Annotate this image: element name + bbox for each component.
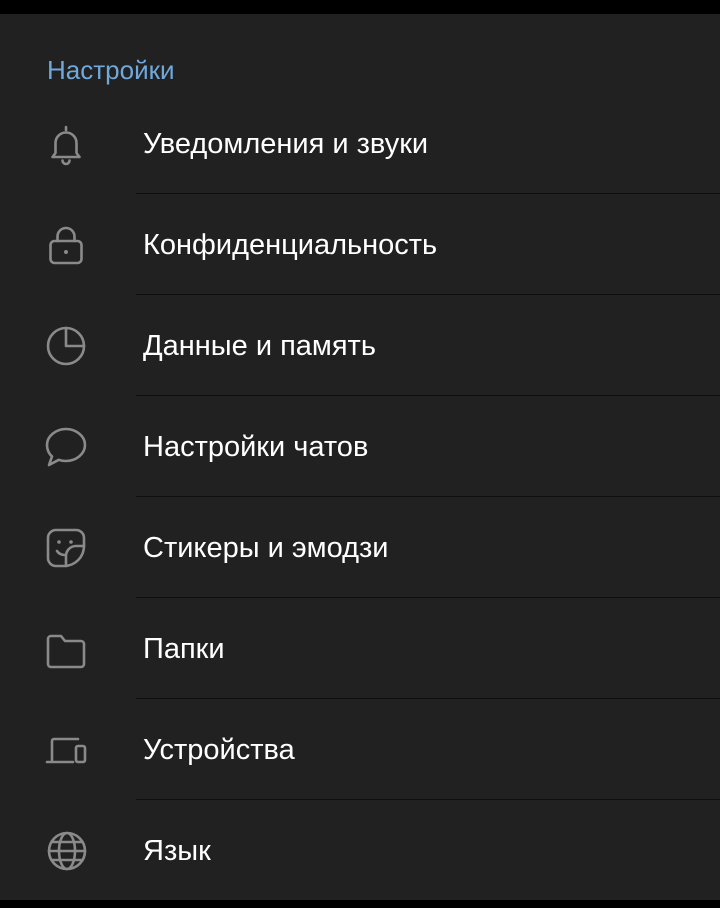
devices-icon bbox=[43, 727, 89, 773]
section-title: Настройки bbox=[47, 55, 175, 85]
settings-item-stickers-emoji[interactable]: Стикеры и эмодзи bbox=[0, 497, 720, 598]
settings-item-chat-settings[interactable]: Настройки чатов bbox=[0, 396, 720, 497]
globe-icon bbox=[43, 828, 89, 874]
settings-item-language[interactable]: Язык bbox=[0, 800, 720, 900]
settings-item-label: Папки bbox=[143, 633, 225, 665]
pie-chart-icon bbox=[43, 323, 89, 369]
settings-item-data-storage[interactable]: Данные и память bbox=[0, 295, 720, 396]
settings-item-label: Уведомления и звуки bbox=[143, 128, 429, 160]
bell-icon bbox=[43, 121, 89, 167]
sticker-icon bbox=[43, 525, 89, 571]
folder-icon bbox=[43, 626, 89, 672]
settings-screen: Настройки Уведомления и звуки Конфиденци… bbox=[0, 14, 720, 900]
settings-item-label: Настройки чатов bbox=[143, 431, 369, 463]
settings-item-folders[interactable]: Папки bbox=[0, 598, 720, 699]
chat-bubble-icon bbox=[43, 424, 89, 470]
settings-item-label: Стикеры и эмодзи bbox=[143, 532, 389, 564]
settings-item-label: Язык bbox=[143, 835, 211, 867]
settings-item-label: Данные и память bbox=[143, 330, 376, 362]
settings-item-privacy[interactable]: Конфиденциальность bbox=[0, 194, 720, 295]
settings-item-label: Устройства bbox=[143, 734, 295, 766]
settings-list: Уведомления и звуки Конфиденциальность Д… bbox=[0, 93, 720, 900]
settings-item-notifications[interactable]: Уведомления и звуки bbox=[0, 93, 720, 194]
lock-icon bbox=[43, 222, 89, 268]
settings-item-devices[interactable]: Устройства bbox=[0, 699, 720, 800]
settings-item-label: Конфиденциальность bbox=[143, 229, 438, 261]
